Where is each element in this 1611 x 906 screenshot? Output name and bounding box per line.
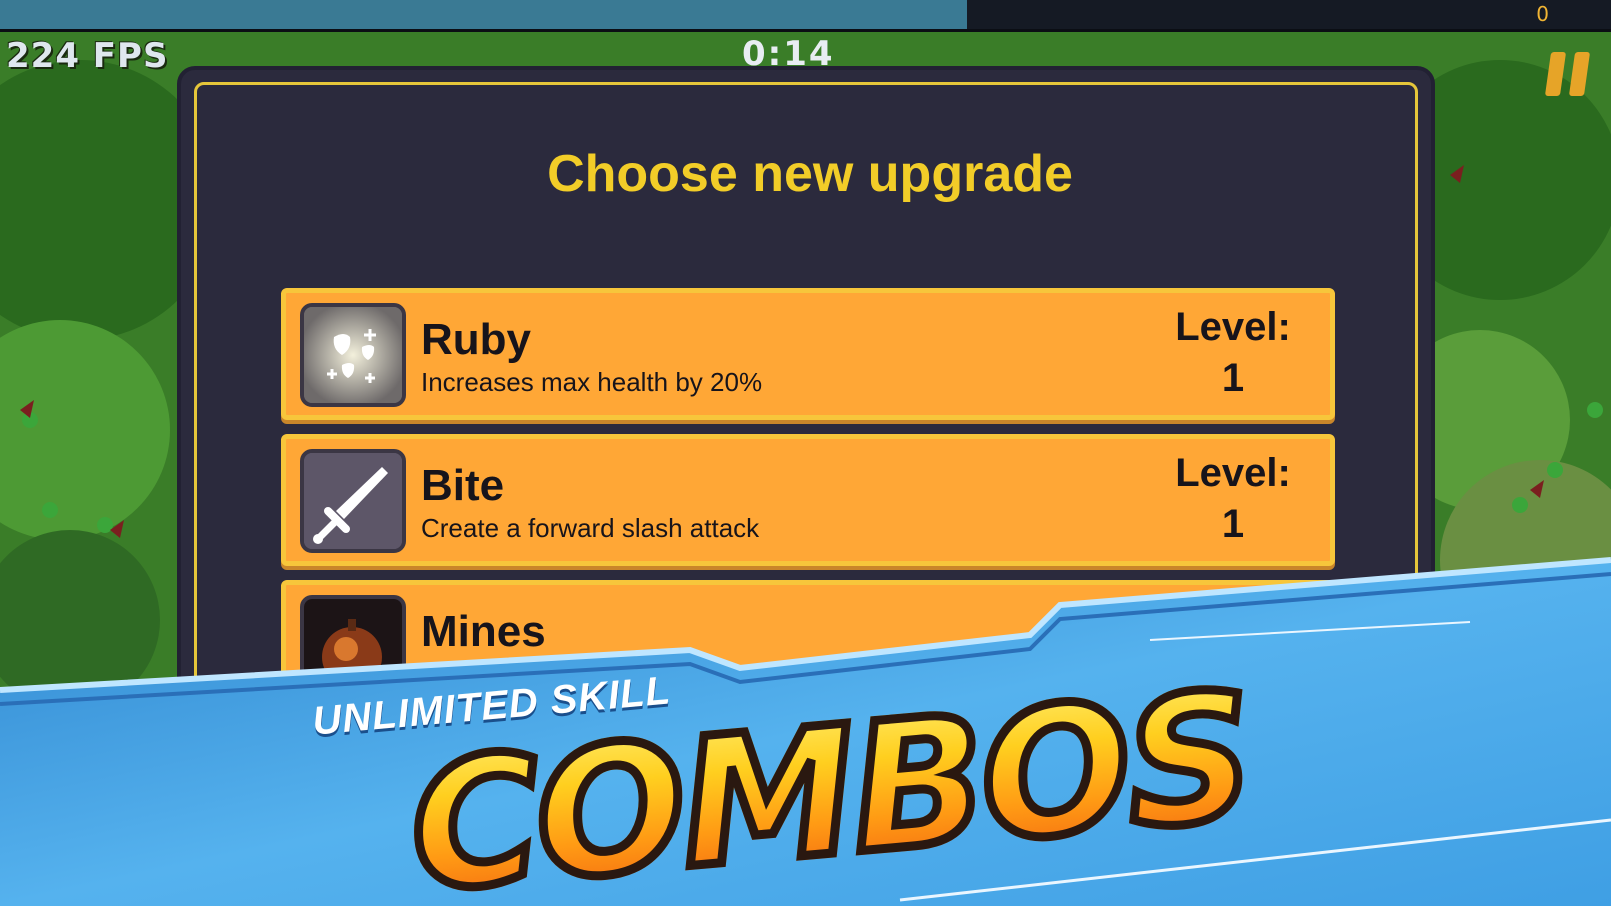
upgrade-card-bite[interactable]: Bite Create a forward slash attack Level… <box>281 434 1335 566</box>
level-value: 1 <box>1221 502 1245 546</box>
modal-title: Choose new upgrade <box>547 145 1073 203</box>
upgrade-name: Ruby <box>421 315 531 364</box>
level-value: 1 <box>1221 356 1245 400</box>
shield-gems-icon <box>300 303 406 407</box>
upgrade-level: Level: 1 <box>1158 305 1308 401</box>
upgrade-description: Increases max health by 20% <box>421 367 763 397</box>
level-label: Level: <box>1175 597 1291 641</box>
fps-counter: 224 FPS <box>6 36 169 76</box>
upgrade-name: Mines <box>421 607 546 656</box>
level-label: Level: <box>1175 451 1291 495</box>
pause-button[interactable] <box>1544 52 1592 96</box>
xp-bar: 0 <box>0 0 1611 32</box>
level-label: Level: <box>1175 305 1291 349</box>
sword-icon <box>300 449 406 553</box>
pause-icon <box>1544 52 1567 96</box>
upgrade-description: Create a forward slash attack <box>421 513 760 543</box>
upgrade-level: Level: 1 <box>1158 451 1308 547</box>
upgrade-name: Bite <box>421 461 505 510</box>
xp-counter: 0 <box>1536 2 1549 26</box>
upgrade-card-ruby[interactable]: Ruby Increases max health by 20% Level: … <box>281 288 1335 420</box>
mine-bomb-icon <box>300 595 406 699</box>
xp-bar-fill <box>0 0 967 29</box>
